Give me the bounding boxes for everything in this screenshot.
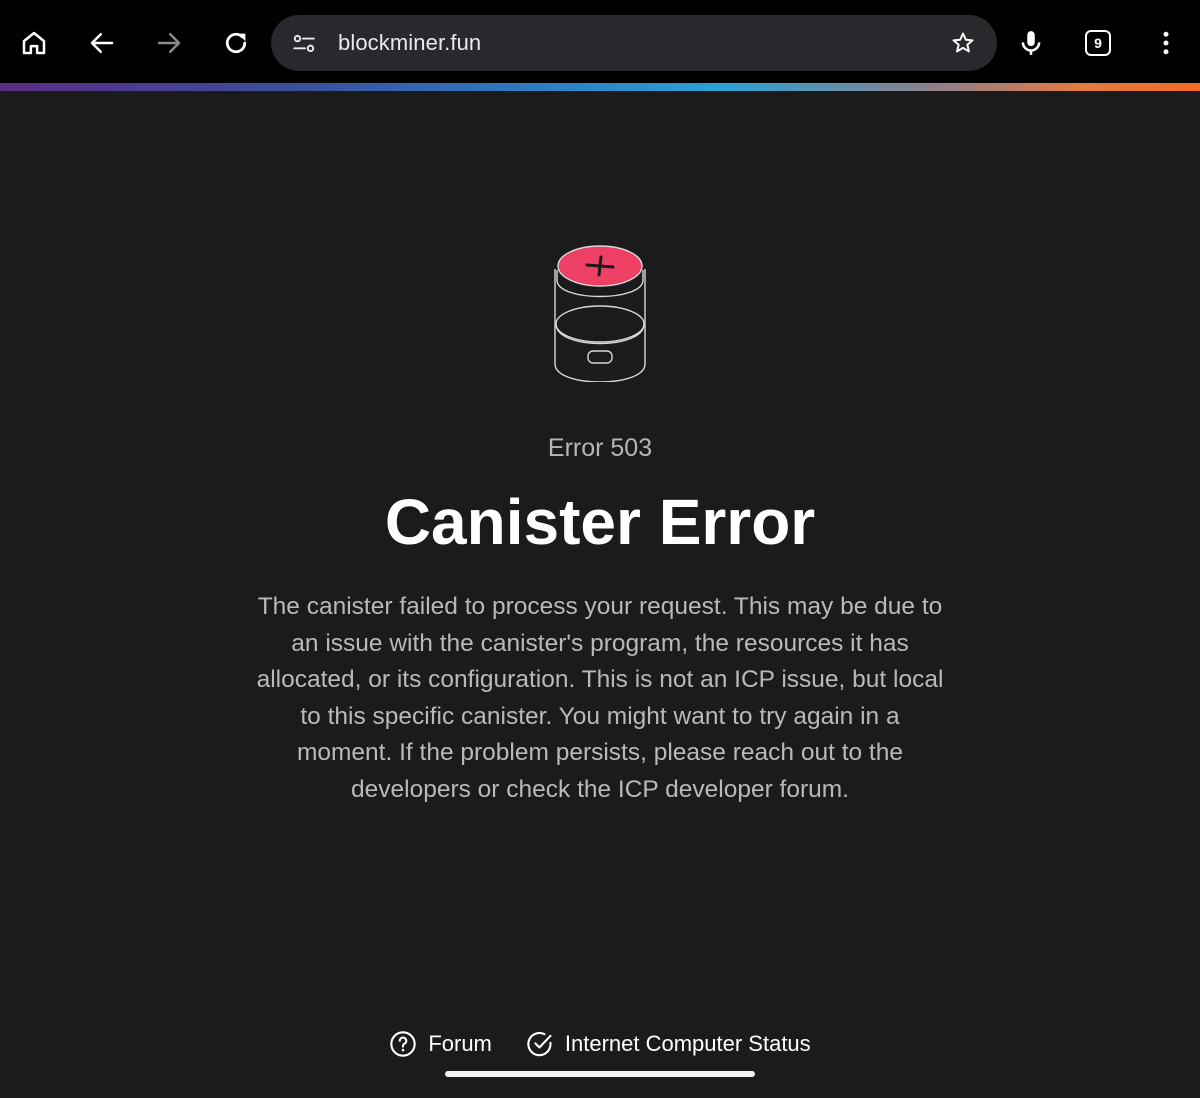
error-description: The canister failed to process your requ… [256,593,944,803]
page-gradient-bar [0,83,1200,91]
forum-link-label[interactable]: Forum [428,1031,492,1057]
reload-icon [225,32,247,54]
check-circle-icon [527,1031,552,1057]
star-icon [952,32,974,53]
more-vert-icon [1163,31,1169,55]
home-icon [22,31,46,55]
error-code: Error 503 [547,434,653,462]
browser-toolbar: blockminer.fun 9 [0,0,1200,84]
tab-count: 9 [1094,35,1102,51]
gesture-home-indicator[interactable] [445,1071,755,1077]
address-bar[interactable]: blockminer.fun [271,15,997,71]
tab-switcher-button[interactable]: 9 [1070,15,1126,71]
menu-button[interactable] [1138,15,1194,71]
forward-button[interactable] [141,15,197,71]
tab-switcher-icon: 9 [1085,30,1111,56]
reload-button[interactable] [208,15,264,71]
page-title: Canister Error [384,486,816,558]
footer-links: Forum Internet Computer Status [0,1024,1200,1064]
forward-arrow-icon [157,33,181,53]
home-button[interactable] [6,15,62,71]
help-circle-icon [390,1031,417,1057]
voice-search-button[interactable] [1003,15,1059,71]
ic-status-link-label[interactable]: Internet Computer Status [565,1031,811,1057]
ic-status-link[interactable]: Internet Computer Status [526,1024,811,1064]
back-button[interactable] [74,15,130,71]
tune-icon [293,34,315,53]
bookmark-button[interactable] [947,27,979,59]
microphone-icon [1021,31,1041,55]
back-arrow-icon [90,33,114,53]
url-text[interactable]: blockminer.fun [338,29,481,57]
forum-link[interactable]: Forum [389,1024,492,1064]
canister-error-icon [554,245,646,382]
site-settings-button[interactable] [289,29,319,59]
